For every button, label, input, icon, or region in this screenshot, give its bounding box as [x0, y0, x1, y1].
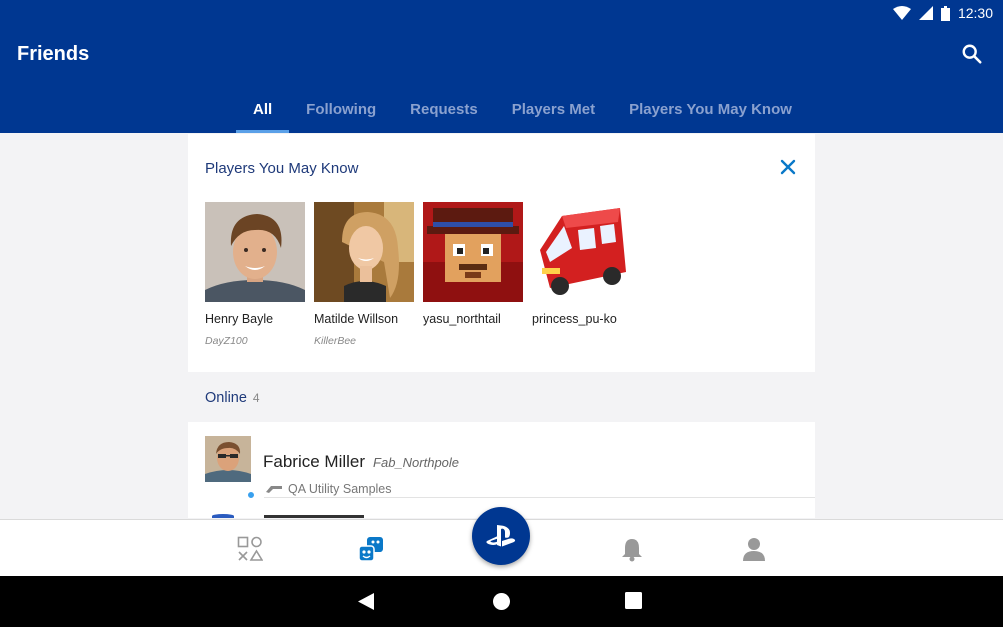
avatar	[205, 202, 305, 302]
app-bar: 12:30 Friends All Following Requests Pla…	[0, 0, 1003, 133]
suggestion-item[interactable]: Henry Bayle DayZ100	[205, 202, 305, 347]
status-bar: 12:30	[892, 4, 993, 22]
suggestion-list: Henry Bayle DayZ100 Matilde Willson Kill…	[205, 202, 632, 347]
suggestion-handle: KillerBee	[314, 335, 357, 347]
tab-following[interactable]: Following	[289, 92, 393, 133]
friend-name: Fabrice Miller	[263, 452, 366, 471]
playstation-symbols-icon[interactable]	[237, 536, 263, 562]
page-title: Friends	[17, 43, 90, 65]
status-time: 12:30	[957, 5, 993, 21]
friend-handle: Fab_Northpole	[373, 455, 460, 470]
wifi-icon	[892, 6, 911, 20]
online-section-header: Online 4	[205, 390, 260, 406]
suggestion-name: Matilde Willson	[314, 312, 399, 326]
suggestion-item[interactable]: Matilde Willson KillerBee	[314, 202, 414, 347]
activity-text: QA Utility Samples	[288, 482, 392, 496]
bell-icon[interactable]	[619, 536, 645, 562]
controller-icon	[266, 486, 282, 493]
players-you-may-know-card: Players You May Know Henry Bayle DayZ100	[188, 134, 815, 372]
friend-row[interactable]: Fabrice Miller Fab_Northpole QA Utility S…	[205, 436, 805, 500]
tab-players-you-may-know[interactable]: Players You May Know	[612, 92, 809, 133]
suggestion-handle: DayZ100	[205, 335, 248, 347]
suggestion-item[interactable]: princess_pu-ko	[532, 202, 632, 347]
next-friend-name	[264, 515, 364, 518]
divider	[264, 497, 815, 498]
tab-bar: All Following Requests Players Met Playe…	[236, 92, 809, 133]
system-navigation	[0, 576, 1003, 627]
recents-icon[interactable]	[625, 592, 642, 609]
signal-icon	[918, 6, 933, 20]
playstation-button[interactable]	[472, 507, 530, 565]
back-icon[interactable]	[357, 592, 375, 611]
suggestion-name: princess_pu-ko	[532, 312, 617, 326]
avatar	[205, 436, 251, 482]
close-icon[interactable]	[779, 158, 797, 176]
avatar	[423, 202, 523, 302]
tab-all[interactable]: All	[236, 92, 290, 133]
playstation-icon	[486, 525, 516, 547]
battery-icon	[940, 5, 950, 21]
profile-icon[interactable]	[741, 536, 767, 562]
friends-icon[interactable]	[358, 536, 384, 562]
card-title: Players You May Know	[205, 160, 359, 177]
avatar	[314, 202, 414, 302]
avatar	[532, 202, 632, 302]
online-friends-card: Fabrice Miller Fab_Northpole QA Utility S…	[188, 422, 815, 518]
suggestion-name: Henry Bayle	[205, 312, 274, 326]
tab-players-met[interactable]: Players Met	[495, 92, 612, 133]
suggestion-item[interactable]: yasu_northtail	[423, 202, 523, 347]
online-status-dot	[246, 490, 256, 500]
next-friend-avatar	[212, 514, 234, 518]
online-count: 4	[252, 391, 260, 405]
online-label: Online	[205, 390, 247, 406]
tab-requests[interactable]: Requests	[393, 92, 495, 133]
suggestion-name: yasu_northtail	[423, 312, 501, 326]
home-icon[interactable]	[492, 592, 511, 611]
search-icon[interactable]	[961, 43, 983, 65]
friend-name-line: Fabrice Miller Fab_Northpole	[263, 452, 459, 472]
friend-activity: QA Utility Samples	[265, 482, 392, 496]
